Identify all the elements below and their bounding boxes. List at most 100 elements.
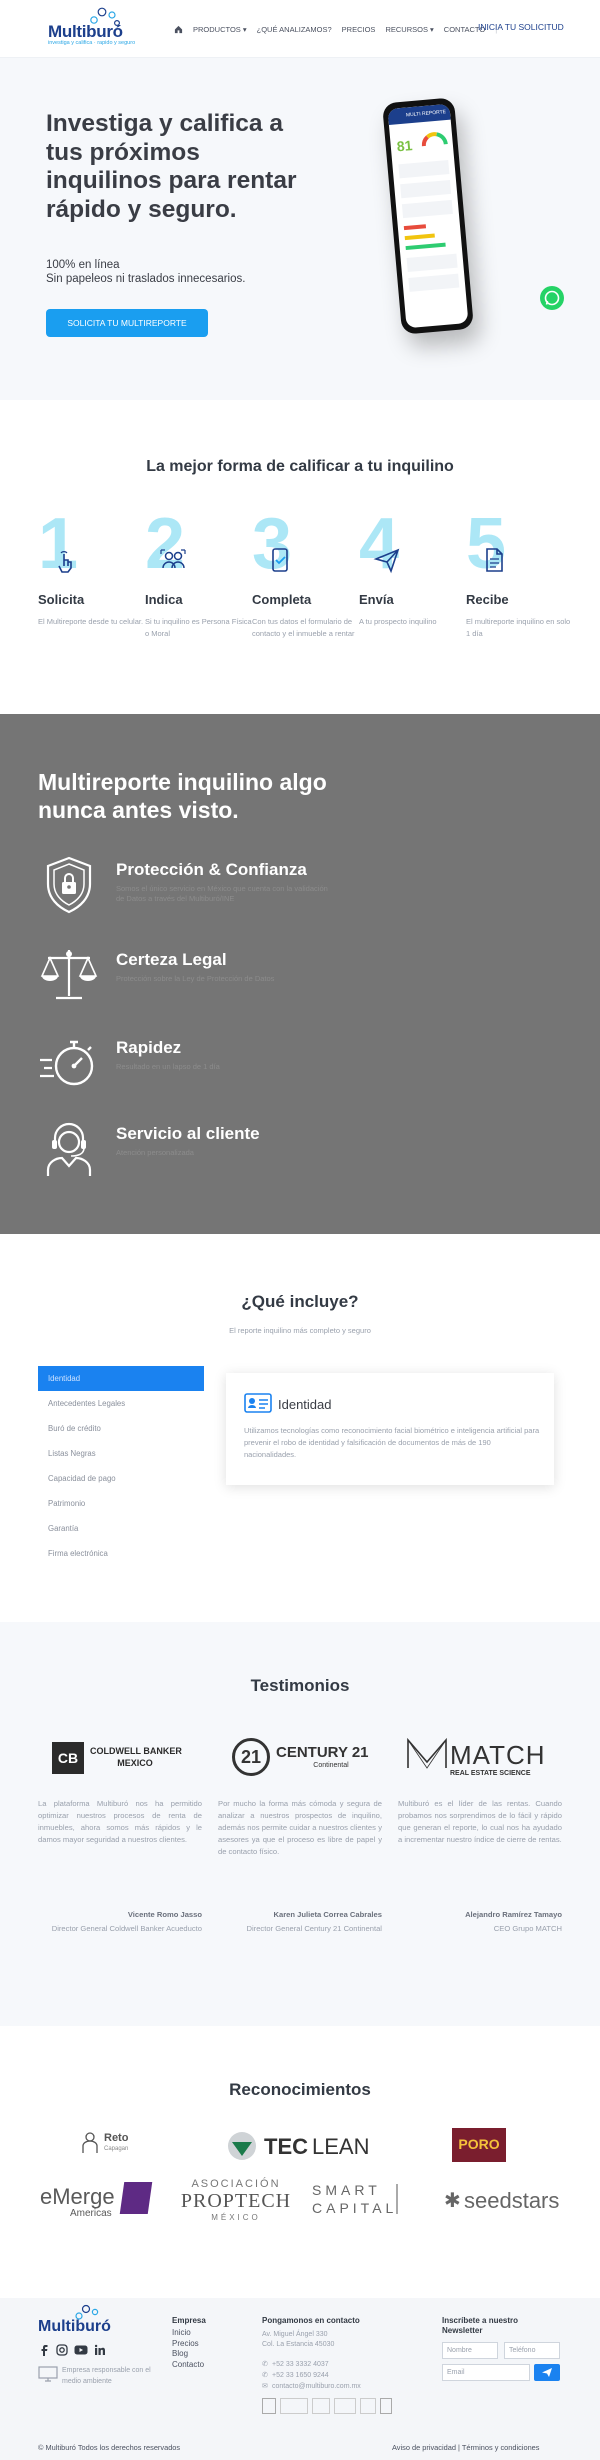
feature-description: Resultado en un lapso de 1 día — [116, 1062, 220, 1071]
match-logo: MATCH REAL ESTATE SCIENCE — [406, 1738, 564, 1782]
footer: Multiburó Empresa responsable con el med… — [0, 2298, 600, 2460]
feature-description: Protección sobre la Ley de Protección de… — [116, 974, 275, 983]
feature-title: Protección & Confianza — [116, 860, 307, 879]
nav-precios[interactable]: PRECIOS — [342, 25, 376, 34]
feature-item: Protección & Confianza Somos el único se… — [38, 854, 558, 924]
eco-monitor-icon — [38, 2366, 58, 2382]
step-description: Si tu inquilino es Persona Física o Mora… — [145, 617, 252, 638]
testimonials-section: Testimonios CB COLDWELL BANKER MEXICO 21… — [0, 1622, 600, 2026]
request-report-button[interactable]: SOLICITA TU MULTIREPORTE — [46, 309, 208, 337]
step-description: El Multireporte desde tu celular. — [38, 617, 144, 626]
recognitions-title: Reconocimientos — [229, 2080, 371, 2099]
tab-firma-electronica[interactable]: Firma electrónica — [38, 1541, 204, 1566]
people-icon — [160, 549, 186, 569]
footer-logo[interactable]: Multiburó — [38, 2318, 111, 2336]
testimonial-role: CEO Grupo MATCH — [493, 1924, 562, 1933]
testimonials-title: Testimonios — [250, 1676, 350, 1695]
footer-bottom-bar: © Multiburó Todos los derechos reservado… — [0, 2438, 600, 2460]
linkedin-icon[interactable] — [94, 2344, 106, 2356]
footer-address-line-1: Av. Miguel Ángel 330 — [262, 2331, 328, 2338]
tab-antecedentes-legales[interactable]: Antecedentes Legales — [38, 1391, 204, 1416]
newsletter-name-input[interactable]: Nombre — [442, 2342, 498, 2359]
emerge-americas-logo: eMerge Americas — [40, 2182, 160, 2224]
hand-tap-icon — [58, 551, 72, 573]
includes-card-title: Identidad — [278, 1397, 332, 1412]
start-request-link[interactable]: INICIA TU SOLICITUD — [478, 22, 564, 32]
hero-subtitle-line-2: Sin papeleos ni traslados innecesarios. — [46, 273, 246, 285]
email-icon: ✉ — [262, 2383, 268, 2390]
logo[interactable]: Multiburó — [48, 22, 123, 42]
badge-icon — [380, 2398, 392, 2414]
testimonial-role: Director General Century 21 Continental — [246, 1924, 383, 1933]
logo-text: TEC — [264, 2134, 308, 2159]
coldwell-banker-logo: CB COLDWELL BANKER MEXICO — [50, 1738, 208, 1782]
tab-buro-de-credito[interactable]: Buró de crédito — [38, 1416, 204, 1441]
includes-title: ¿Qué incluye? — [241, 1292, 359, 1311]
tab-identidad[interactable]: Identidad — [38, 1366, 204, 1391]
poro-logo: PORO — [452, 2128, 506, 2162]
phone-icon: ✆ — [262, 2361, 268, 2368]
step-name: Solicita — [38, 592, 85, 607]
logo-tagline: investiga y califica · rapido y seguro — [48, 40, 136, 46]
logo-text: Americas — [70, 2208, 112, 2219]
testimonial-role: Director General Coldwell Banker Acueduc… — [51, 1924, 202, 1933]
footer-phone-2[interactable]: +52 33 1650 9244 — [272, 2371, 329, 2382]
steps-title: La mejor forma de calificar a tu inquili… — [146, 458, 454, 475]
logo-text: Capagan — [104, 2146, 129, 2152]
tab-capacidad-de-pago[interactable]: Capacidad de pago — [38, 1466, 204, 1491]
footer-contact-title: Pongamonos en contacto — [262, 2316, 360, 2325]
feature-title: Servicio al cliente — [116, 1124, 260, 1143]
phone-score: 81 — [396, 137, 414, 155]
logo-text: Reto — [104, 2132, 129, 2144]
logo-text: seedstars — [464, 2188, 560, 2213]
logo-text: MEXICO — [117, 1758, 153, 1768]
match-m-icon — [407, 1738, 447, 1769]
phone-row — [401, 199, 453, 219]
feature-description: Atención personalizada — [116, 1148, 194, 1157]
footer-link-inicio[interactable]: Inicio — [172, 2328, 191, 2339]
newsletter-email-input[interactable]: Email — [442, 2364, 530, 2381]
emerge-e-icon — [119, 2182, 153, 2214]
home-icon[interactable] — [174, 25, 183, 34]
step-item: 5 Recibe El multireporte inquilino en so… — [466, 508, 570, 668]
footer-link-blog[interactable]: Blog — [172, 2349, 188, 2360]
badge-icon — [280, 2398, 308, 2414]
legal-links[interactable]: Aviso de privacidad | Términos y condici… — [392, 2443, 539, 2452]
step-name: Indica — [145, 592, 183, 607]
logo-text: MATCH — [450, 1740, 546, 1770]
instagram-icon[interactable] — [56, 2344, 68, 2356]
badge-icon — [312, 2398, 330, 2414]
step-item: 1 Solicita El Multireporte desde tu celu… — [38, 508, 143, 668]
footer-link-precios[interactable]: Precios — [172, 2339, 199, 2350]
footer-address-line-2: Col. La Estancia 45030 — [262, 2341, 335, 2348]
proptech-mexico-logo: ASOCIACIÓN PROPTECH MÉXICO — [176, 2178, 296, 2226]
whatsapp-button[interactable] — [540, 286, 564, 310]
nav-recursos[interactable]: RECURSOS ▾ — [385, 25, 433, 34]
step-item: 2 Indica Si tu inquilino es Persona Físi… — [145, 508, 252, 668]
newsletter-title: Inscríbete a nuestro Newsletter — [442, 2316, 519, 2335]
seedstars-logo: ✱ seedstars — [444, 2188, 564, 2218]
includes-tab-list: Identidad Antecedentes Legales Buró de c… — [38, 1366, 204, 1566]
footer-email[interactable]: contacto@multiburo.com.mx — [272, 2382, 361, 2393]
eco-text: Empresa responsable con el medio ambient… — [62, 2367, 151, 2385]
tab-garantia[interactable]: Garantía — [38, 1516, 204, 1541]
facebook-icon[interactable] — [38, 2344, 50, 2356]
whatsapp-icon — [544, 290, 560, 306]
youtube-icon[interactable] — [74, 2344, 88, 2356]
phone-screen: MULTI REPORTE 81 — [387, 103, 469, 329]
step-name: Completa — [252, 592, 312, 607]
newsletter-phone-input[interactable]: Teléfono — [504, 2342, 560, 2359]
feature-item: Certeza Legal Protección sobre la Ley de… — [38, 944, 558, 1014]
newsletter-submit-button[interactable] — [534, 2364, 560, 2381]
tab-patrimonio[interactable]: Patrimonio — [38, 1491, 204, 1516]
footer-phone-1[interactable]: +52 33 3332 4037 — [272, 2360, 329, 2371]
hero-subtitle-line-1: 100% en línea — [46, 259, 120, 271]
nav-que-analizamos[interactable]: ¿QUÉ ANALIZAMOS? — [257, 25, 332, 34]
logo-text: Continental — [313, 1762, 349, 1769]
nav-productos[interactable]: PRODUCTOS ▾ — [193, 25, 247, 34]
footer-link-contacto[interactable]: Contacto — [172, 2360, 204, 2371]
tab-listas-negras[interactable]: Listas Negras — [38, 1441, 204, 1466]
badge-icon — [334, 2398, 356, 2414]
divider — [396, 2184, 398, 2214]
includes-card-description: Utilizamos tecnologías como reconocimien… — [244, 1426, 540, 1459]
